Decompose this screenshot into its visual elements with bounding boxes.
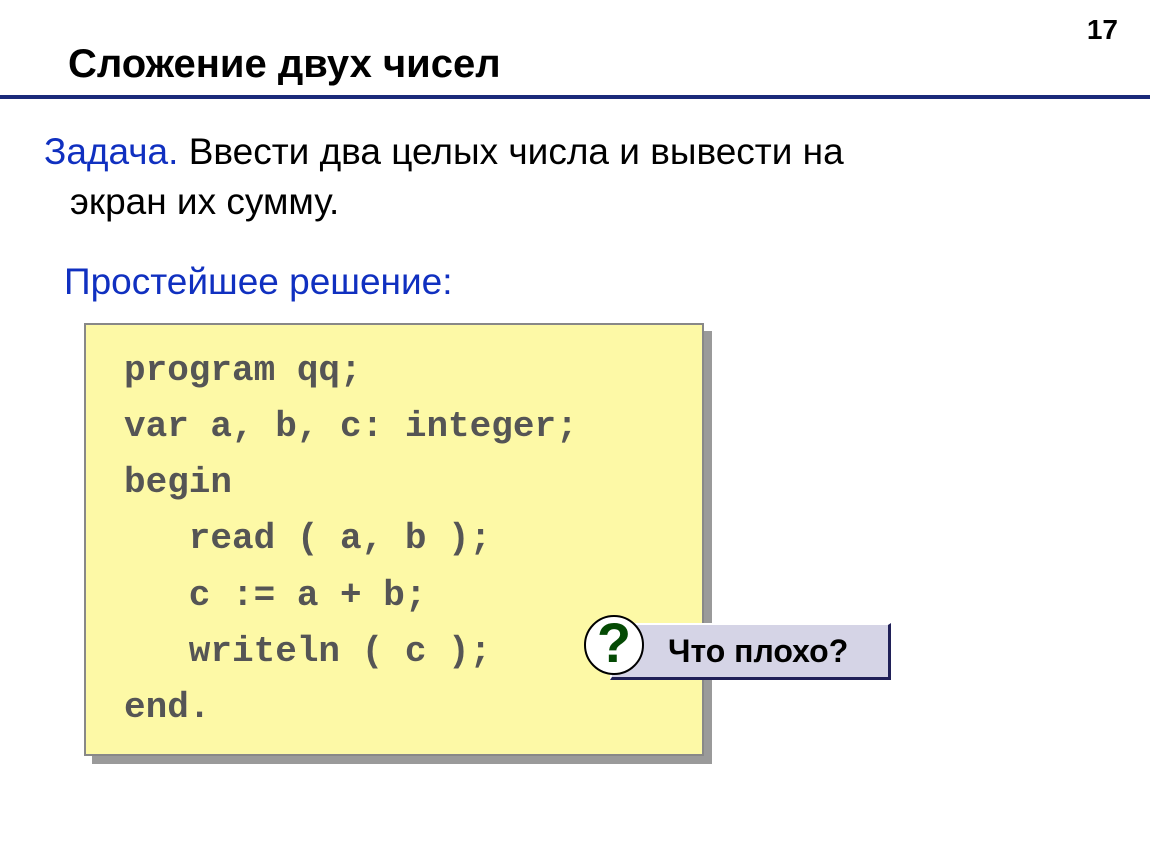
- code-line: c := a + b;: [124, 568, 672, 624]
- slide-content: Задача. Ввести два целых числа и вывести…: [0, 99, 1150, 756]
- task-text-1: Ввести два целых числа и вывести на: [178, 131, 843, 172]
- code-block: program qq; var a, b, c: integer; begin …: [84, 323, 704, 756]
- code-line: program qq;: [124, 343, 672, 399]
- slide-header: Сложение двух чисел: [0, 0, 1150, 99]
- task-label: Задача.: [44, 131, 178, 172]
- code-box: program qq; var a, b, c: integer; begin …: [84, 323, 704, 756]
- callout-text: Что плохо?: [610, 623, 891, 680]
- code-line: end.: [124, 680, 672, 736]
- task-line-1: Задача. Ввести два целых числа и вывести…: [44, 127, 1106, 177]
- code-line: begin: [124, 455, 672, 511]
- question-mark-icon: ?: [584, 615, 644, 675]
- code-line: var a, b, c: integer;: [124, 399, 672, 455]
- callout-box: ? Что плохо?: [610, 623, 891, 680]
- question-mark-glyph: ?: [597, 615, 631, 671]
- page-title: Сложение двух чисел: [68, 42, 1090, 87]
- solution-label: Простейшее решение:: [64, 261, 1106, 303]
- page-number: 17: [1087, 14, 1118, 46]
- task-line-2: экран их сумму.: [44, 177, 1106, 227]
- code-line: read ( a, b );: [124, 511, 672, 567]
